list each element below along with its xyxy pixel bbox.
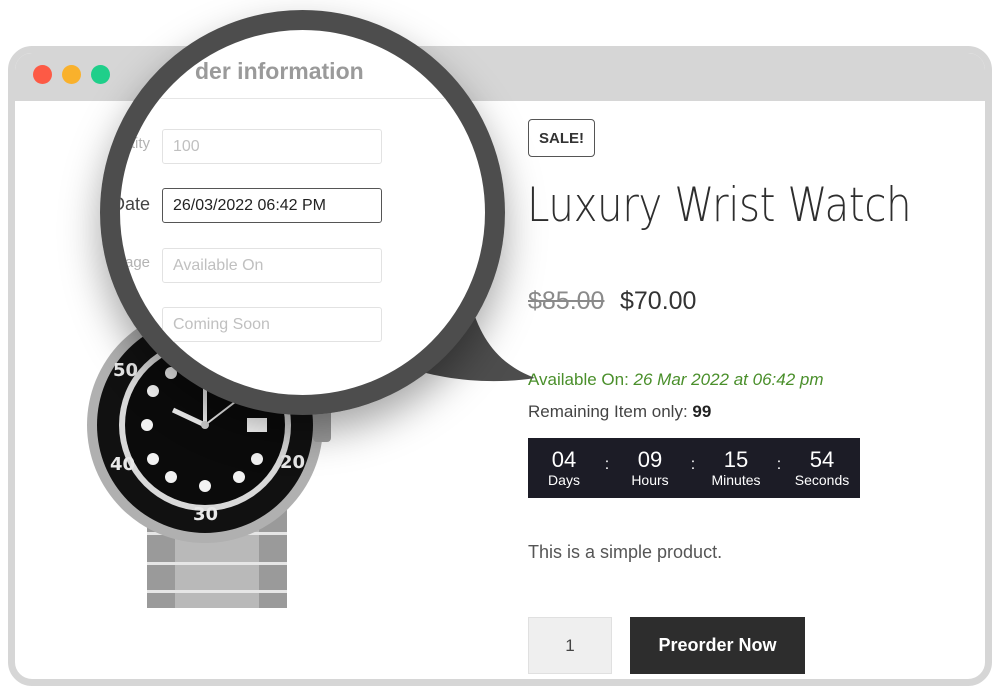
countdown-hours: 09 Hours	[614, 447, 686, 489]
remaining-prefix: Remaining Item only:	[528, 402, 688, 421]
countdown-hours-label: Hours	[631, 472, 669, 488]
countdown-minutes-value: 15	[723, 447, 749, 472]
sale-badge: SALE!	[528, 119, 595, 157]
available-quantity-input[interactable]: 100	[162, 129, 382, 164]
remaining-stock: Remaining Item only: 99	[528, 402, 711, 422]
preorder-button[interactable]: Preorder Now	[630, 617, 805, 674]
enable-checkbox-label: Enable	[188, 380, 235, 397]
countdown-days-label: Days	[548, 472, 580, 488]
svg-text:20: 20	[280, 452, 305, 473]
countdown-days-value: 04	[551, 447, 577, 472]
countdown-separator: :	[690, 456, 696, 473]
countdown-minutes-label: Minutes	[711, 472, 761, 488]
panel-title: der information	[195, 58, 364, 84]
close-window-button[interactable]	[33, 65, 52, 84]
admin-preorder-panel: der information lable Quantity 100 Avail…	[101, 30, 485, 397]
availability-prefix: Available On:	[528, 370, 629, 389]
countdown-hours-value: 09	[637, 447, 663, 472]
countdown-seconds-value: 54	[809, 447, 835, 472]
availability-date-label: Availability Date	[111, 194, 150, 214]
countdown-timer: 04 Days : 09 Hours : 15 Minutes : 54 Sec…	[528, 438, 860, 498]
sale-price: $70.00	[620, 287, 697, 315]
countdown-separator: :	[604, 456, 610, 473]
availability-message-label: ilability Message	[101, 254, 150, 271]
availability-message: Available On: 26 Mar 2022 at 06:42 pm	[528, 370, 824, 390]
svg-text:40: 40	[110, 454, 135, 475]
svg-text:30: 30	[193, 504, 218, 525]
magnifier-lens: der information lable Quantity 100 Avail…	[100, 10, 505, 415]
minimize-window-button[interactable]	[62, 65, 81, 84]
availability-message-input[interactable]: Available On	[162, 248, 382, 283]
product-title: Luxury Wrist Watch	[527, 178, 912, 233]
availability-date: 26 Mar 2022 at 06:42 pm	[633, 370, 824, 389]
countdown-seconds-label: Seconds	[794, 472, 850, 488]
countdown-days: 04 Days	[528, 447, 600, 489]
countdown-minutes: 15 Minutes	[700, 447, 772, 489]
quantity-input[interactable]: 1	[528, 617, 612, 674]
panel-divider	[120, 98, 485, 99]
maximize-window-button[interactable]	[91, 65, 110, 84]
release-message-input[interactable]: Coming Soon	[162, 307, 382, 342]
product-description: This is a simple product.	[528, 542, 723, 562]
availability-date-input[interactable]: 26/03/2022 06:42 PM	[162, 188, 382, 223]
remaining-count: 99	[692, 402, 712, 421]
countdown-seconds: 54 Seconds	[786, 447, 858, 489]
countdown-separator: :	[776, 456, 782, 473]
regular-price: $85.00	[528, 287, 605, 315]
